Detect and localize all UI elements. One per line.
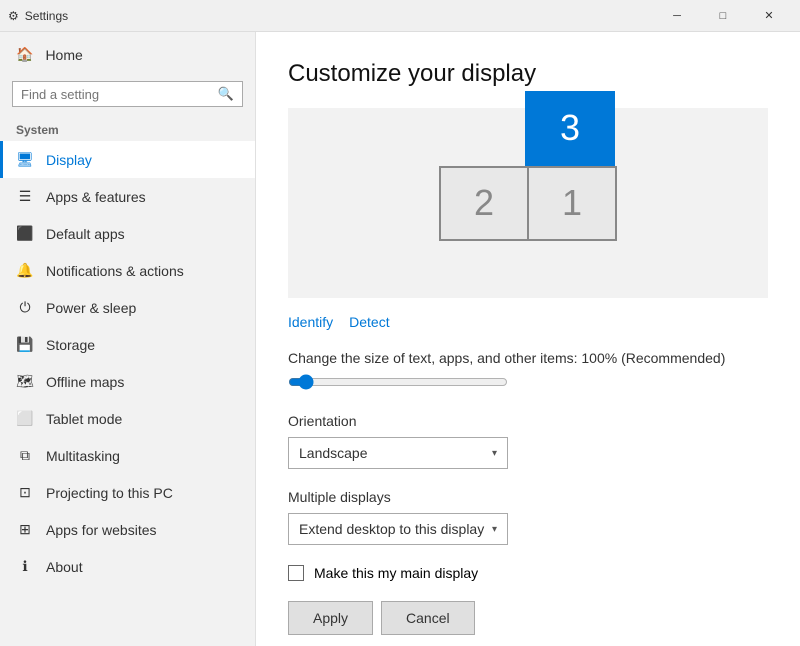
tablet-icon: ⬜ — [16, 410, 34, 427]
detect-link[interactable]: Detect — [349, 314, 389, 330]
multiple-displays-dropdown[interactable]: Extend desktop to this display ▾ — [288, 513, 508, 545]
sidebar-item-label: Storage — [46, 337, 95, 353]
sidebar-item-label: About — [46, 559, 83, 575]
title-bar-left: ⚙ Settings — [8, 9, 68, 23]
orientation-container: Orientation Landscape ▾ — [288, 413, 768, 469]
identify-detect-row: Identify Detect — [288, 314, 768, 330]
buttons-row: Apply Cancel — [288, 601, 768, 635]
storage-icon: 💾 — [16, 336, 34, 353]
multiple-displays-arrow-icon: ▾ — [492, 524, 497, 535]
sidebar-item-label: Offline maps — [46, 374, 124, 390]
main-display-label: Make this my main display — [314, 565, 478, 581]
sidebar-item-multitasking[interactable]: ⧉ Multitasking — [0, 437, 255, 474]
main-display-checkbox[interactable] — [288, 565, 304, 581]
sidebar-item-label: Apps for websites — [46, 522, 157, 538]
power-icon: ⏻ — [16, 299, 34, 316]
scale-container: Change the size of text, apps, and other… — [288, 350, 768, 393]
close-button[interactable]: ✕ — [746, 0, 792, 32]
sidebar-item-label: Notifications & actions — [46, 263, 184, 279]
sidebar-item-label: Power & sleep — [46, 300, 136, 316]
sidebar-item-power-sleep[interactable]: ⏻ Power & sleep — [0, 289, 255, 326]
multiple-displays-container: Multiple displays Extend desktop to this… — [288, 489, 768, 545]
monitor-2[interactable]: 2 — [439, 166, 529, 241]
identify-link[interactable]: Identify — [288, 314, 333, 330]
notifications-icon: 🔔 — [16, 262, 34, 279]
app-body: Home 🔍 System 🖥 Display ☰ Apps & feature… — [0, 32, 800, 646]
sidebar-item-label: Display — [46, 152, 92, 168]
maps-icon: 🗺 — [16, 373, 34, 390]
title-bar: ⚙ Settings ─ □ ✕ — [0, 0, 800, 32]
apps-features-icon: ☰ — [16, 188, 34, 205]
projecting-icon: ⊡ — [16, 484, 34, 501]
cancel-button[interactable]: Cancel — [381, 601, 475, 635]
multitasking-icon: ⧉ — [16, 447, 34, 464]
sidebar-item-about[interactable]: ℹ About — [0, 548, 255, 585]
sidebar-item-label: Tablet mode — [46, 411, 122, 427]
main-display-row[interactable]: Make this my main display — [288, 565, 768, 581]
apply-button[interactable]: Apply — [288, 601, 373, 635]
home-icon — [16, 46, 33, 63]
display-preview: 2 1 3 — [288, 108, 768, 298]
orientation-dropdown[interactable]: Landscape ▾ — [288, 437, 508, 469]
sidebar-item-storage[interactable]: 💾 Storage — [0, 326, 255, 363]
default-apps-icon: ⬛ — [16, 225, 34, 242]
orientation-selected: Landscape — [299, 445, 368, 461]
apps-websites-icon: ⊞ — [16, 521, 34, 538]
display-icon: 🖥 — [16, 151, 34, 168]
sidebar-item-label: Default apps — [46, 226, 125, 242]
search-icon: 🔍 — [218, 86, 234, 102]
search-box[interactable]: 🔍 — [12, 81, 243, 107]
sidebar-item-apps-websites[interactable]: ⊞ Apps for websites — [0, 511, 255, 548]
sidebar-item-apps-features[interactable]: ☰ Apps & features — [0, 178, 255, 215]
title-bar-controls: ─ □ ✕ — [654, 0, 792, 32]
multiple-displays-selected: Extend desktop to this display — [299, 521, 484, 537]
title-bar-title: Settings — [25, 9, 68, 23]
multiple-displays-label: Multiple displays — [288, 489, 768, 505]
monitor-group: 2 1 3 — [439, 166, 617, 241]
orientation-label: Orientation — [288, 413, 768, 429]
sidebar-item-projecting[interactable]: ⊡ Projecting to this PC — [0, 474, 255, 511]
monitor-1[interactable]: 1 3 — [527, 166, 617, 241]
search-input[interactable] — [21, 87, 218, 102]
scale-slider[interactable] — [288, 374, 508, 390]
monitor-3[interactable]: 3 — [525, 91, 615, 166]
minimize-button[interactable]: ─ — [654, 0, 700, 32]
sidebar: Home 🔍 System 🖥 Display ☰ Apps & feature… — [0, 32, 256, 646]
settings-icon: ⚙ — [8, 9, 19, 23]
about-icon: ℹ — [16, 558, 34, 575]
sidebar-item-home[interactable]: Home — [0, 32, 255, 77]
content-area: Customize your display 2 1 3 Identify De… — [256, 32, 800, 646]
maximize-button[interactable]: □ — [700, 0, 746, 32]
sidebar-item-offline-maps[interactable]: 🗺 Offline maps — [0, 363, 255, 400]
home-label: Home — [45, 47, 82, 63]
sidebar-item-notifications[interactable]: 🔔 Notifications & actions — [0, 252, 255, 289]
page-title: Customize your display — [288, 60, 768, 88]
scale-label: Change the size of text, apps, and other… — [288, 350, 768, 366]
sidebar-item-label: Apps & features — [46, 189, 146, 205]
sidebar-item-label: Projecting to this PC — [46, 485, 173, 501]
sidebar-item-tablet-mode[interactable]: ⬜ Tablet mode — [0, 400, 255, 437]
sidebar-item-default-apps[interactable]: ⬛ Default apps — [0, 215, 255, 252]
sidebar-item-label: Multitasking — [46, 448, 120, 464]
orientation-arrow-icon: ▾ — [492, 448, 497, 459]
sidebar-section-label: System — [0, 115, 255, 141]
sidebar-item-display[interactable]: 🖥 Display — [0, 141, 255, 178]
